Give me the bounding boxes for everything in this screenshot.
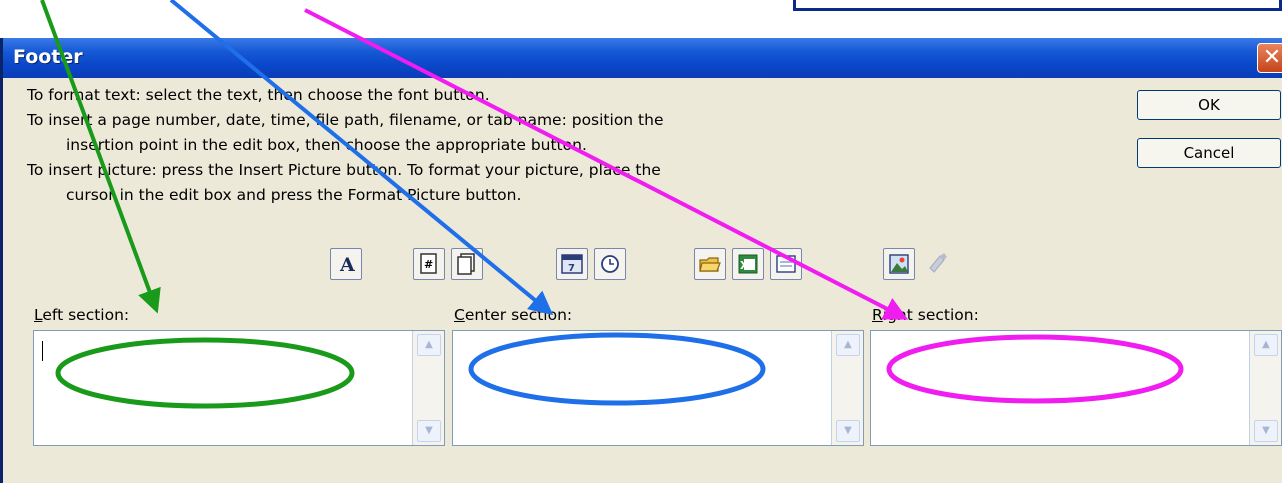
scroll-down-icon[interactable]: ▼ bbox=[1254, 420, 1278, 442]
insert-date-icon: 7 bbox=[561, 254, 583, 274]
close-button[interactable]: ✕ bbox=[1257, 43, 1282, 73]
insert-file-path-icon bbox=[699, 257, 721, 272]
insert-sheet-name-icon bbox=[776, 255, 796, 273]
text-caret bbox=[42, 341, 43, 361]
svg-text:X: X bbox=[740, 259, 749, 272]
instructions: To format text: select the text, then ch… bbox=[27, 83, 847, 208]
center-section-label: Center section: bbox=[454, 306, 573, 324]
insert-file-path-button[interactable] bbox=[694, 248, 726, 280]
right-section-label: Right section: bbox=[872, 306, 979, 324]
scroll-up-icon[interactable]: ▲ bbox=[1254, 334, 1278, 356]
insert-picture-icon bbox=[889, 254, 909, 274]
scroll-down-icon[interactable]: ▼ bbox=[417, 420, 441, 442]
left-section-edit[interactable]: ▲ ▼ bbox=[33, 330, 445, 446]
svg-text:#: # bbox=[424, 258, 433, 271]
format-text-button[interactable]: A bbox=[330, 248, 362, 280]
instruction-line: cursor in the edit box and press the For… bbox=[66, 186, 522, 204]
dialog-title: Footer bbox=[13, 46, 83, 68]
left-section-label: Left section: bbox=[34, 306, 130, 324]
scrollbar[interactable]: ▲ ▼ bbox=[1249, 331, 1281, 445]
instruction-line: To format text: select the text, then ch… bbox=[27, 86, 490, 104]
instruction-line: insertion point in the edit box, then ch… bbox=[66, 136, 587, 154]
format-picture-button[interactable] bbox=[921, 248, 953, 280]
right-section-edit[interactable]: ▲ ▼ bbox=[870, 330, 1282, 446]
insert-file-name-button[interactable]: X bbox=[732, 248, 764, 280]
footer-dialog: Footer ✕ To format text: select the text… bbox=[0, 38, 1282, 483]
instruction-line: To insert picture: press the Insert Pict… bbox=[27, 161, 661, 179]
center-section-edit[interactable]: ▲ ▼ bbox=[452, 330, 864, 446]
scrollbar[interactable]: ▲ ▼ bbox=[831, 331, 863, 445]
background-window-edge bbox=[793, 0, 1282, 11]
close-icon: ✕ bbox=[1262, 45, 1282, 70]
scroll-down-icon[interactable]: ▼ bbox=[836, 420, 860, 442]
insert-number-of-pages-icon bbox=[457, 253, 475, 275]
insert-time-icon bbox=[601, 255, 619, 273]
format-picture-icon bbox=[929, 253, 947, 273]
insert-time-button[interactable] bbox=[594, 248, 626, 280]
insert-picture-button[interactable] bbox=[883, 248, 915, 280]
insert-page-number-icon: # bbox=[420, 253, 437, 274]
insert-file-name-icon: X bbox=[738, 254, 758, 274]
title-bar[interactable]: Footer ✕ bbox=[3, 38, 1282, 78]
scroll-up-icon[interactable]: ▲ bbox=[836, 334, 860, 356]
svg-text:7: 7 bbox=[568, 263, 575, 274]
ok-button[interactable]: OK bbox=[1137, 90, 1281, 120]
svg-text:A: A bbox=[339, 254, 355, 276]
insert-date-button[interactable]: 7 bbox=[556, 248, 588, 280]
scroll-up-icon[interactable]: ▲ bbox=[417, 334, 441, 356]
instruction-line: To insert a page number, date, time, fil… bbox=[27, 111, 664, 129]
format-text-icon: A bbox=[339, 254, 355, 276]
scrollbar[interactable]: ▲ ▼ bbox=[412, 331, 444, 445]
insert-sheet-name-button[interactable] bbox=[770, 248, 802, 280]
cancel-button[interactable]: Cancel bbox=[1137, 138, 1281, 168]
insert-number-of-pages-button[interactable] bbox=[451, 248, 483, 280]
insert-page-number-button[interactable]: # bbox=[413, 248, 445, 280]
